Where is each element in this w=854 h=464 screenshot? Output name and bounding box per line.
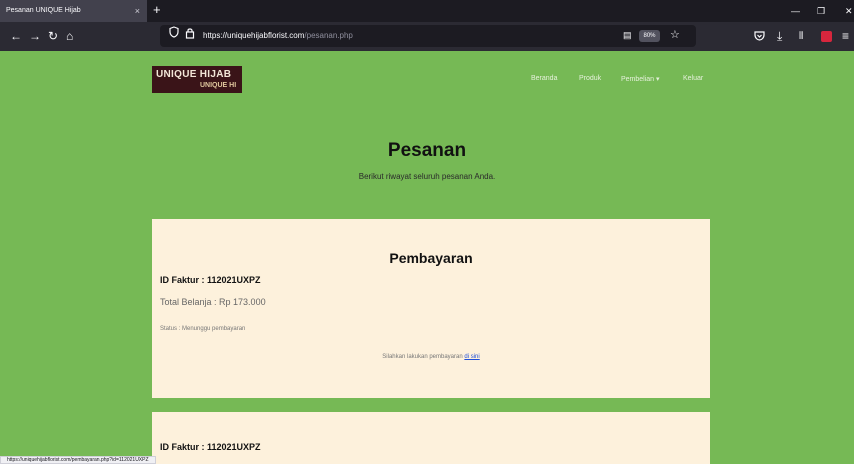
order-card-heading: Pembayaran [389, 250, 473, 266]
maximize-icon[interactable]: ❐ [817, 0, 825, 22]
forward-icon[interactable]: → [29, 22, 41, 51]
url-text[interactable]: https://uniquehijabflorist.com/pesanan.p… [203, 25, 353, 47]
tab-bar: Pesanan UNIQUE Hijab × + — ❐ ✕ [0, 0, 854, 22]
status-bar-url: https://uniquehijabflorist.com/pembayara… [0, 456, 156, 464]
close-icon[interactable]: ✕ [845, 0, 853, 22]
tab-title: Pesanan UNIQUE Hijab [6, 7, 81, 14]
order-card: Pembayaran ID Faktur : 112021UXPZ Total … [152, 219, 710, 398]
address-bar[interactable]: https://uniquehijabflorist.com/pesanan.p… [160, 25, 696, 47]
nav-dropdown-pembelian[interactable]: Pembelian ▾ [621, 75, 660, 83]
pocket-icon[interactable] [754, 22, 765, 51]
order-card: ID Faktur : 112021UXPZ [152, 412, 710, 464]
url-domain: https://uniquehijabflorist.com [203, 31, 305, 40]
new-tab-button[interactable]: + [153, 0, 161, 22]
invoice-id: ID Faktur : 112021UXPZ [160, 442, 261, 452]
reader-icon[interactable]: ▤ [623, 21, 632, 50]
page-title: Pesanan [387, 140, 467, 161]
payment-note: Silahkan lakukan pembayaran di sini [152, 354, 710, 360]
site-logo[interactable]: UNIQUE HIJAB UNIQUE HI [152, 66, 242, 93]
payment-note-text: Silahkan lakukan pembayaran [382, 354, 463, 360]
logo-subtext: UNIQUE HI [200, 82, 237, 89]
page-subtitle: Berikut riwayat seluruh pesanan Anda. [358, 172, 496, 181]
back-icon[interactable]: ← [10, 22, 22, 51]
tab-close-icon[interactable]: × [135, 0, 140, 22]
payment-link[interactable]: di sini [464, 354, 479, 360]
url-path: /pesanan.php [304, 31, 353, 40]
nav-link-keluar[interactable]: Keluar [683, 75, 703, 82]
invoice-id: ID Faktur : 112021UXPZ [160, 275, 261, 285]
bookmark-star-icon[interactable]: ☆ [670, 21, 680, 50]
minimize-icon[interactable]: — [791, 0, 800, 22]
reload-icon[interactable]: ↻ [48, 22, 58, 51]
order-status: Status : Menunggu pembayaran [160, 326, 246, 332]
browser-toolbar: ← → ↻ ⌂ https://uniquehijabflorist.com/p… [0, 22, 854, 51]
page-content: UNIQUE HIJAB UNIQUE HI Beranda Produk Pe… [0, 51, 854, 464]
lock-icon[interactable] [185, 21, 195, 50]
browser-tab[interactable]: Pesanan UNIQUE Hijab × [0, 0, 147, 22]
extension-icon[interactable] [821, 22, 832, 51]
nav-link-beranda[interactable]: Beranda [531, 75, 557, 82]
order-total: Total Belanja : Rp 173.000 [160, 297, 266, 307]
nav-link-produk[interactable]: Produk [579, 75, 601, 82]
logo-text: UNIQUE HIJAB [156, 69, 232, 80]
library-icon[interactable]: ⫴ [799, 22, 803, 51]
home-icon[interactable]: ⌂ [66, 22, 73, 51]
menu-icon[interactable]: ≡ [842, 22, 849, 51]
shield-icon[interactable] [169, 21, 179, 50]
download-icon[interactable]: ⤓ [777, 22, 782, 51]
zoom-level[interactable]: 80% [639, 30, 660, 42]
